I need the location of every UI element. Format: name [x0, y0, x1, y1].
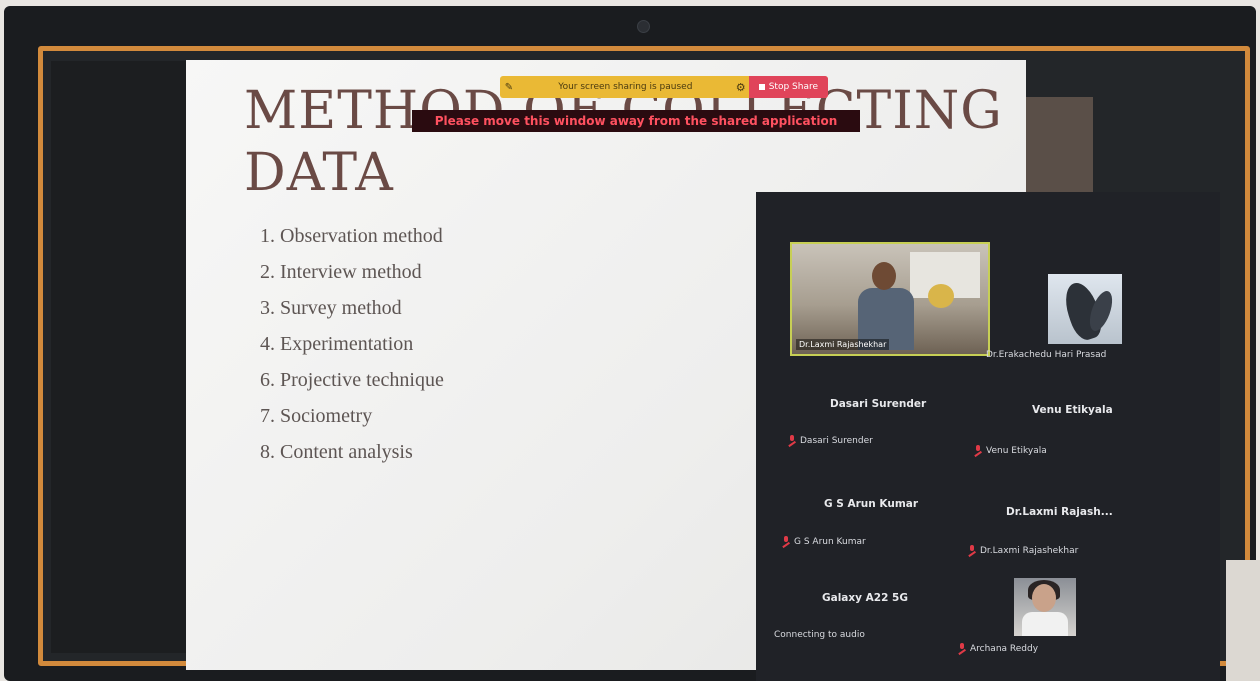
background-paper — [1226, 560, 1260, 681]
participant-center-name: G S Arun Kumar — [824, 498, 919, 510]
list-item: 7. Sociometry — [260, 405, 373, 427]
mic-muted-icon — [958, 643, 966, 653]
slide-title: METHOD OF COLLECTING DATA — [244, 80, 1004, 204]
list-item: 1. Observation method — [260, 225, 443, 247]
participant-center-name: Venu Etikyala — [1032, 404, 1113, 416]
participant-status: Connecting to audio — [774, 630, 865, 640]
participant-name: G S Arun Kumar — [794, 537, 866, 547]
stop-share-button[interactable]: Stop Share — [748, 76, 828, 98]
webcam-icon — [637, 20, 650, 33]
gear-icon[interactable]: ⚙ — [733, 81, 749, 94]
participant-center-name: Dr.Laxmi Rajash... — [1006, 506, 1113, 518]
stop-icon — [758, 84, 765, 90]
participant-gallery: Dr.Laxmi Rajashekhar Dr.Erakachedu Hari … — [756, 192, 1220, 681]
participant-name: Venu Etikyala — [986, 446, 1047, 456]
list-item: 6. Projective technique — [260, 369, 444, 391]
mic-muted-icon — [974, 445, 982, 455]
avatar — [1014, 578, 1076, 636]
share-status-text: Your screen sharing is paused — [558, 82, 693, 92]
avatar-person-head — [1032, 584, 1056, 612]
participant-name: Dr.Laxmi Rajashekhar — [796, 339, 890, 350]
list-item: 2. Interview method — [260, 261, 422, 283]
participant-name: Archana Reddy — [970, 644, 1039, 654]
participant-video-tile[interactable]: Dr.Laxmi Rajashekhar — [790, 242, 990, 356]
participant-center-name: Dasari Surender — [830, 398, 927, 410]
annotate-icon[interactable]: ✎ — [500, 82, 518, 93]
avatar — [1048, 274, 1122, 344]
mic-muted-icon — [968, 545, 976, 555]
participant-name: Dr.Laxmi Rajashekhar — [980, 546, 1079, 556]
participant-name: Dasari Surender — [800, 436, 873, 446]
list-item: 8. Content analysis — [260, 441, 413, 463]
participant-center-name: Galaxy A22 5G — [822, 592, 908, 604]
method-list: 1. Observation method 2. Interview metho… — [260, 218, 444, 470]
participant-name: Dr.Erakachedu Hari Prasad — [986, 350, 1107, 360]
stop-share-label: Stop Share — [768, 82, 818, 92]
list-item: 3. Survey method — [260, 297, 402, 319]
list-item: 4. Experimentation — [260, 333, 414, 355]
mic-muted-icon — [788, 435, 796, 445]
video-plant — [928, 284, 954, 308]
avatar-person-body — [1022, 612, 1068, 636]
share-warning-banner: Please move this window away from the sh… — [412, 110, 860, 132]
screen-share-toolbar: ✎ Your screen sharing is paused ⚙ Stop S… — [500, 76, 828, 98]
mic-muted-icon — [782, 536, 790, 546]
video-person-head — [872, 262, 896, 290]
